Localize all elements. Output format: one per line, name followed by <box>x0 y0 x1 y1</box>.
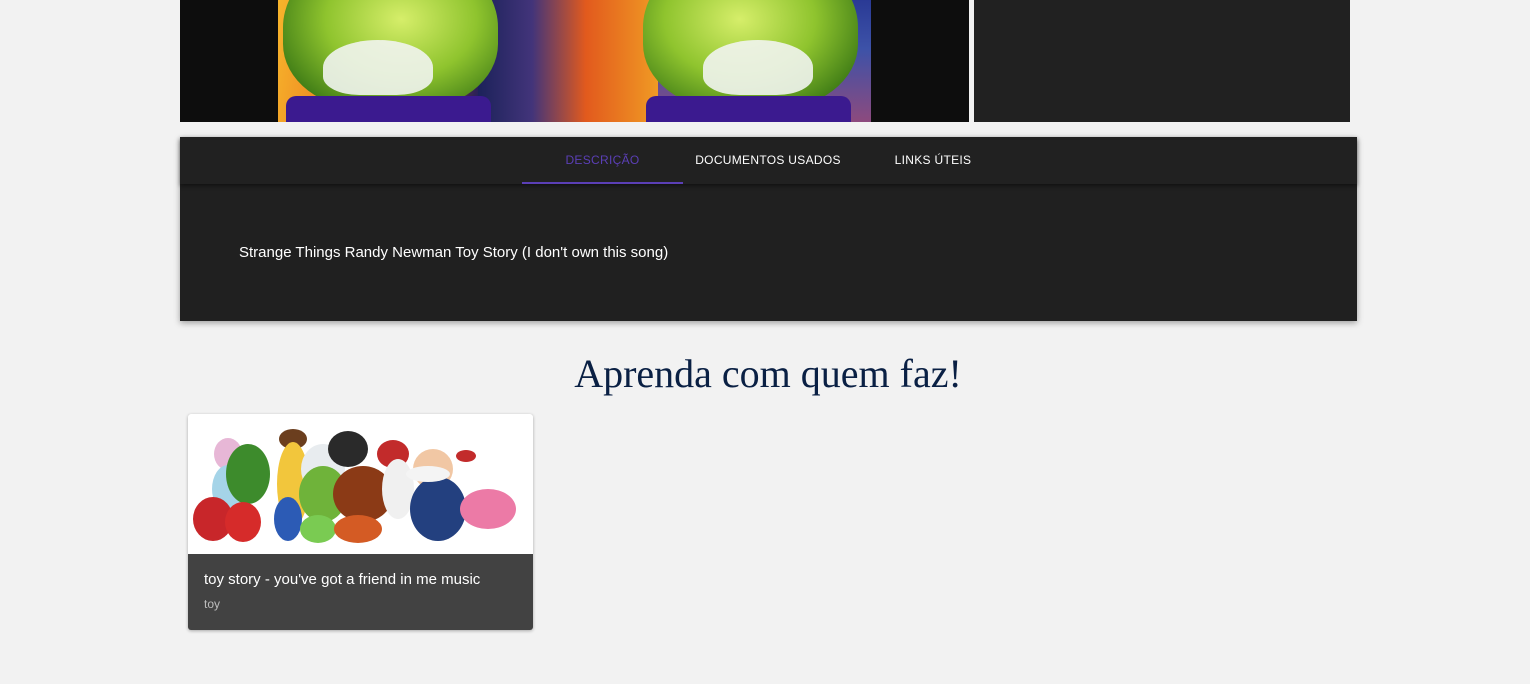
shoe-toe <box>703 40 813 95</box>
tab-documentos-usados[interactable]: DOCUMENTOS USADOS <box>683 137 853 184</box>
video-shoe-right <box>643 0 858 110</box>
tab-bar: DESCRIÇÃO DOCUMENTOS USADOS LINKS ÚTEIS <box>180 137 1357 184</box>
toy-story-characters-image <box>188 414 533 554</box>
video-background <box>478 0 658 122</box>
video-shoe-left <box>283 0 498 110</box>
section-heading: Aprenda com quem faz! <box>574 351 962 396</box>
tab-descricao[interactable]: DESCRIÇÃO <box>522 137 683 184</box>
tab-active-indicator <box>522 182 683 184</box>
card-thumbnail <box>188 414 533 554</box>
shoe-sole <box>646 96 851 122</box>
course-card[interactable]: toy story - you've got a friend in me mu… <box>188 414 533 630</box>
video-frame[interactable] <box>278 0 871 122</box>
card-title[interactable]: toy story - you've got a friend in me mu… <box>204 571 480 588</box>
shoe-toe <box>323 40 433 95</box>
tab-links-uteis[interactable]: LINKS ÚTEIS <box>853 137 1013 184</box>
description-text: Strange Things Randy Newman Toy Story (I… <box>239 244 669 261</box>
card-subtitle: toy <box>204 597 221 611</box>
tabs-card: DESCRIÇÃO DOCUMENTOS USADOS LINKS ÚTEIS … <box>180 137 1357 321</box>
side-panel <box>974 0 1350 122</box>
video-player[interactable] <box>180 0 969 122</box>
shoe-sole <box>286 96 491 122</box>
